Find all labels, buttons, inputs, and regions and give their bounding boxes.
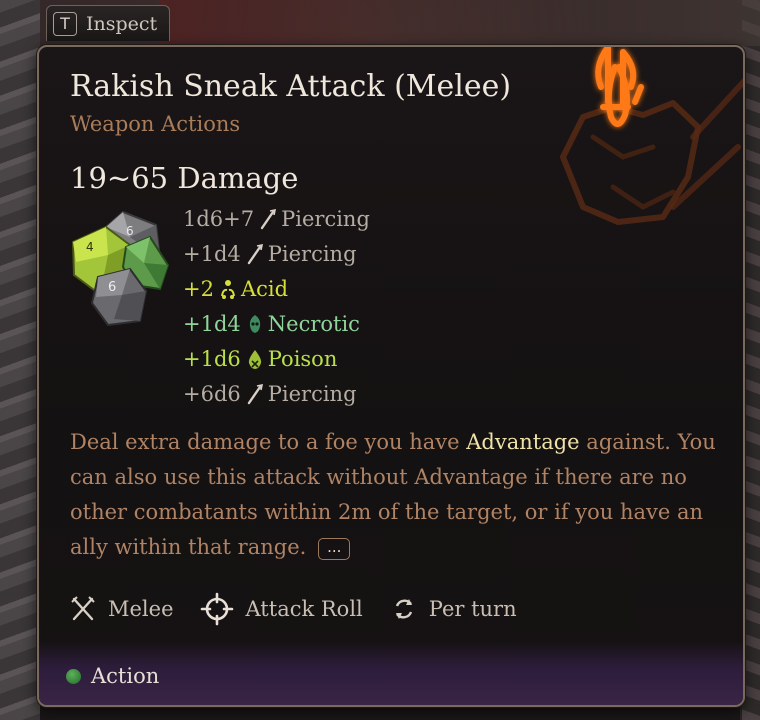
crosshair-icon (200, 592, 233, 626)
necrotic-icon (249, 314, 260, 333)
damage-amount: 1d6+7 (183, 206, 255, 231)
damage-row: +2 Acid (183, 271, 370, 306)
piercing-icon (247, 383, 263, 404)
damage-row: +6d6 Piercing (183, 376, 370, 411)
acid-icon (220, 279, 235, 299)
ability-properties: Melee Attack Roll Per turn (70, 592, 517, 626)
description-text: Deal extra damage to a foe you have (70, 430, 467, 454)
property-melee: Melee (70, 596, 174, 622)
damage-summary: 19~65 Damage (70, 161, 299, 195)
damage-breakdown: 1d6+7 Piercing +1d4 Piercing +2 Acid +1d… (183, 201, 370, 411)
property-per-turn: Per turn (391, 596, 517, 622)
damage-type: Necrotic (267, 311, 360, 336)
damage-amount: +1d6 (183, 346, 241, 371)
advantage-keyword[interactable]: Advantage (466, 430, 579, 454)
damage-amount: +6d6 (183, 381, 241, 406)
piercing-icon (247, 243, 263, 264)
damage-amount: +2 (183, 276, 214, 301)
crossed-swords-icon (71, 596, 95, 621)
ability-category: Weapon Actions (70, 112, 241, 136)
damage-type: Piercing (281, 206, 370, 231)
property-attack-roll: Attack Roll (200, 592, 363, 626)
ability-description: Deal extra damage to a foe you have Adva… (70, 425, 720, 565)
background-bottom (40, 706, 740, 720)
damage-type: Piercing (267, 241, 357, 266)
action-cost: Action (66, 664, 159, 688)
svg-text:6: 6 (126, 224, 134, 238)
ability-title: Rakish Sneak Attack (Melee) (70, 69, 512, 104)
tooltip-panel: Rakish Sneak Attack (Melee) Weapon Actio… (37, 45, 745, 707)
svg-text:6: 6 (108, 280, 116, 295)
damage-type: Piercing (267, 381, 357, 406)
damage-type: Acid (240, 276, 289, 301)
dice-icon: 6 4 6 (71, 210, 170, 327)
property-label: Per turn (428, 597, 517, 621)
property-label: Attack Roll (245, 597, 363, 621)
svg-text:4: 4 (86, 240, 94, 254)
damage-row: +1d4 Piercing (183, 236, 370, 271)
action-cost-label: Action (91, 664, 160, 688)
damage-type: Poison (267, 346, 338, 371)
damage-row: 1d6+7 Piercing (183, 201, 370, 236)
damage-amount: +1d4 (183, 311, 241, 336)
background-top (160, 0, 760, 46)
damage-row: +1d6 Poison (183, 341, 370, 376)
inspect-button[interactable]: T Inspect (46, 5, 170, 41)
piercing-icon (260, 208, 277, 229)
recharge-icon (395, 599, 412, 619)
inspect-label: Inspect (86, 12, 158, 35)
damage-amount: +1d4 (183, 241, 241, 266)
action-resource-icon (66, 668, 81, 684)
background-left (0, 0, 40, 720)
more-info-button[interactable]: ... (318, 537, 351, 560)
damage-row: +1d4 Necrotic (183, 306, 370, 341)
inspect-key-hint: T (53, 11, 77, 36)
property-label: Melee (108, 597, 174, 621)
poison-icon (248, 349, 261, 369)
sneak-attack-emblem-icon (560, 47, 743, 225)
